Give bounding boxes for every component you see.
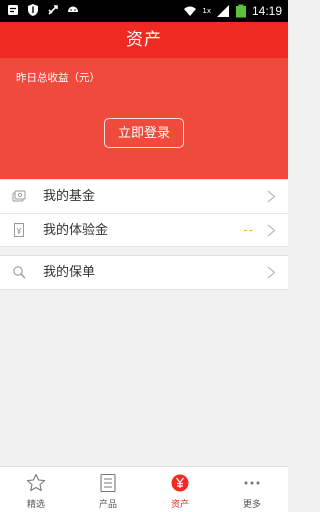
tab-featured[interactable]: 精选 (0, 467, 72, 512)
yesterday-earnings-label: 昨日总收益（元） (16, 72, 100, 84)
star-icon (26, 473, 46, 492)
chevron-right-icon (267, 224, 276, 237)
menu-item-label: 我的保单 (43, 265, 96, 280)
trial-funds-value: -- (243, 223, 254, 237)
tab-label: 产品 (98, 500, 117, 510)
tab-label: 精选 (26, 500, 45, 510)
status-left-icons (6, 3, 80, 17)
usb-icon (48, 5, 58, 15)
menu-item-my-trial-funds[interactable]: 我的体验金 -- (0, 213, 288, 246)
wifi-icon (184, 6, 197, 16)
tab-label: 资产 (170, 500, 189, 510)
battery-icon (235, 4, 246, 18)
menu-group-assets: 我的基金 我的体验金 -- (0, 179, 288, 247)
signal-icon (216, 5, 229, 17)
shield-icon (28, 4, 38, 16)
page-title: 资产 (126, 30, 162, 50)
tab-more[interactable]: 更多 (216, 467, 288, 512)
tab-label: 更多 (242, 500, 261, 510)
yen-icon (171, 474, 189, 492)
list-icon (100, 473, 116, 493)
menu-item-label: 我的基金 (43, 189, 96, 204)
status-bar: 1x 14:19 (0, 0, 288, 22)
tab-assets[interactable]: 资产 (144, 467, 216, 512)
tab-products[interactable]: 产品 (72, 467, 144, 512)
clock: 14:19 (251, 4, 282, 18)
earnings-panel: 昨日总收益（元） 立即登录 (0, 58, 288, 179)
android-icon (68, 6, 78, 12)
menu-item-my-funds[interactable]: 我的基金 (0, 180, 288, 213)
search-icon (13, 266, 26, 279)
menu-item-label: 我的体验金 (43, 223, 109, 238)
menu-group-policies: 我的保单 (0, 255, 288, 290)
voucher-icon (14, 223, 24, 237)
fund-icon (12, 190, 26, 202)
more-icon (244, 481, 260, 485)
notification-icon (8, 5, 18, 15)
chevron-right-icon (267, 266, 276, 279)
app-bar: 资产 (0, 22, 288, 58)
login-button[interactable]: 立即登录 (104, 118, 184, 148)
menu-item-my-policies[interactable]: 我的保单 (0, 256, 288, 289)
network-label: 1x (202, 7, 211, 15)
bottom-tab-bar: 精选 产品 资产 更多 (0, 466, 288, 512)
status-right-icons: 1x 14:19 (183, 2, 282, 20)
chevron-right-icon (267, 190, 276, 203)
